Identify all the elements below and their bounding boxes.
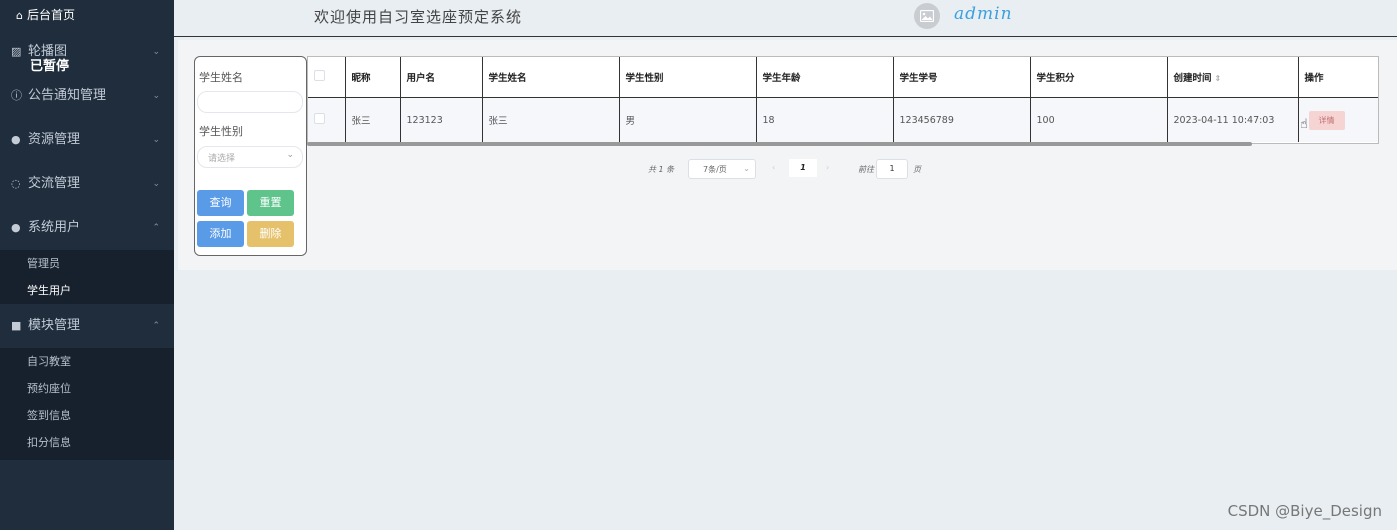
sidebar-group-label: 系统用户: [28, 220, 81, 235]
page-jump-input[interactable]: 1: [876, 159, 908, 179]
column-header: 学生积分: [1030, 57, 1168, 98]
student-name-label: 学生姓名: [199, 71, 243, 84]
username[interactable]: admin: [954, 4, 1013, 24]
cell-points: 100: [1030, 97, 1168, 142]
delete-button[interactable]: 删除: [247, 221, 294, 247]
cell-student-no: 123456789: [893, 97, 1031, 142]
search-panel: 学生姓名 学生性别 请选择 ⌄ 查询 重置 添加 删除: [194, 56, 307, 256]
chevron-down-icon: ⌄: [743, 164, 750, 173]
select-all-cell: [308, 57, 346, 98]
paused-tag: 已暂停: [30, 59, 70, 74]
detail-button[interactable]: 详情: [1308, 110, 1345, 130]
chevron-down-icon: ⌄: [152, 135, 160, 145]
chevron-up-icon: ⌃: [152, 223, 160, 233]
avatar[interactable]: [914, 3, 940, 29]
column-header: 学生年龄: [756, 57, 894, 98]
reset-button[interactable]: 重置: [247, 190, 294, 216]
sidebar-group-carousel[interactable]: ▨ 轮播图 ⌄: [0, 30, 174, 74]
sidebar-group-system-users[interactable]: ● 系统用户 ⌃: [0, 206, 174, 250]
sidebar-group-resource[interactable]: ● 资源管理 ⌄: [0, 118, 174, 162]
next-page-icon[interactable]: ›: [826, 163, 829, 172]
user-icon: ●: [11, 221, 21, 234]
cell-username: 123123: [400, 97, 483, 142]
column-header: 学生姓名: [482, 57, 620, 98]
watermark: CSDN @Biye_Design: [1227, 502, 1382, 520]
cell-actions: 详情: [1298, 97, 1378, 142]
sidebar-group-label: 公告通知管理: [28, 88, 107, 103]
column-header: 学生学号: [893, 57, 1031, 98]
sidebar-item-home[interactable]: ⌂ 后台首页: [0, 0, 174, 30]
sidebar-home-label: 后台首页: [26, 8, 75, 22]
hand-cursor-icon: ☝: [1300, 117, 1308, 132]
location-icon: ●: [11, 133, 21, 146]
sidebar-group-notice[interactable]: ⓘ 公告通知管理 ⌄: [0, 74, 174, 118]
column-header: 昵称: [345, 57, 401, 98]
chevron-down-icon: ⌄: [152, 91, 160, 101]
pagination: 共 1 条 7条/页 ⌄ ‹ 1 › 前往 1 页: [0, 159, 1397, 179]
chevron-up-icon: ⌃: [152, 321, 160, 331]
sidebar-group-label: 资源管理: [28, 132, 81, 147]
sidebar-item-student-users[interactable]: 学生用户: [0, 277, 174, 304]
goto-label: 前往: [858, 165, 874, 174]
sidebar-item-checkin[interactable]: 签到信息: [0, 402, 174, 429]
prev-page-icon[interactable]: ‹: [772, 163, 775, 172]
sidebar-group-modules[interactable]: ■ 模块管理 ⌃: [0, 304, 174, 348]
row-checkbox[interactable]: [314, 113, 325, 124]
data-table: 昵称 用户名 学生姓名 学生性别 学生年龄 学生学号 学生积分 创建时间 ⇕ 操作…: [307, 56, 1379, 144]
sidebar-item-deduction[interactable]: 扣分信息: [0, 429, 174, 456]
sort-icon[interactable]: ⇕: [1215, 74, 1222, 83]
image-icon: ▨: [11, 45, 22, 58]
column-header: 操作: [1298, 57, 1378, 98]
column-header: 学生性别: [619, 57, 757, 98]
page-size-select[interactable]: 7条/页 ⌄: [688, 159, 756, 179]
column-header-created[interactable]: 创建时间 ⇕: [1167, 57, 1299, 98]
page-number-current[interactable]: 1: [789, 159, 817, 177]
column-header: 用户名: [400, 57, 483, 98]
page-title: 欢迎使用自习室选座预定系统: [314, 8, 523, 26]
info-icon: ⓘ: [11, 89, 22, 102]
sidebar-item-seat-booking[interactable]: 预约座位: [0, 375, 174, 402]
home-icon: ⌂: [16, 9, 23, 22]
page-size-value: 7条/页: [703, 165, 727, 174]
student-gender-label: 学生性别: [199, 125, 243, 138]
sidebar: ⌂ 后台首页 ▨ 轮播图 ⌄ ⓘ 公告通知管理 ⌄ ● 资源管理 ⌄ ◌ 交流管理 ⌄ ●…: [0, 0, 174, 530]
horizontal-scrollbar[interactable]: [307, 142, 1252, 146]
image-placeholder-icon: [920, 10, 934, 22]
sidebar-item-admin[interactable]: 管理员: [0, 250, 174, 277]
column-header-label: 创建时间: [1173, 73, 1212, 84]
sidebar-group-label: 轮播图: [28, 44, 68, 59]
top-header: 欢迎使用自习室选座预定系统 admin: [174, 0, 1397, 37]
cell-student-name: 张三: [482, 97, 620, 142]
add-button[interactable]: 添加: [197, 221, 244, 247]
cell-age: 18: [756, 97, 894, 142]
cell-created: 2023-04-11 10:47:03: [1167, 97, 1299, 142]
sidebar-item-study-room[interactable]: 自习教室: [0, 348, 174, 375]
pagination-total: 共 1 条: [648, 165, 675, 174]
cell-nickname: 张三: [345, 97, 401, 142]
table-header-row: 昵称 用户名 学生姓名 学生性别 学生年龄 学生学号 学生积分 创建时间 ⇕ 操作: [308, 57, 1378, 98]
row-select-cell: [308, 97, 346, 142]
sidebar-divider: [0, 456, 174, 460]
chevron-down-icon: ⌄: [152, 47, 160, 57]
table-row: 张三 123123 张三 男 18 123456789 100 2023-04-…: [308, 97, 1378, 142]
query-button[interactable]: 查询: [197, 190, 244, 216]
select-all-checkbox[interactable]: [314, 70, 325, 81]
page-unit-label: 页: [913, 165, 921, 174]
student-name-input[interactable]: [197, 91, 303, 113]
cell-gender: 男: [619, 97, 757, 142]
sidebar-group-label: 模块管理: [28, 318, 81, 333]
grid-icon: ■: [11, 319, 22, 332]
